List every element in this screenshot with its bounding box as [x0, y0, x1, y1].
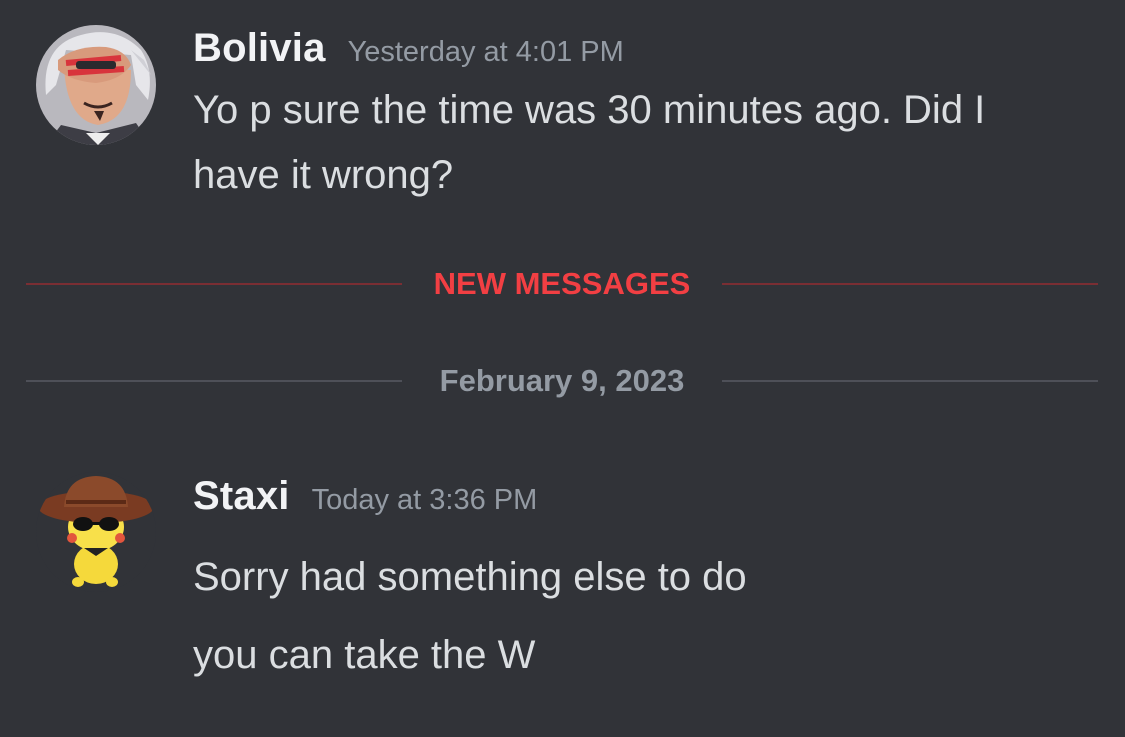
avatar[interactable] [36, 25, 156, 145]
divider-line [26, 380, 402, 382]
chat-view: Bolivia Yesterday at 4:01 PM Yo p sure th… [0, 0, 1125, 737]
pikachu-with-hat-avatar-icon [36, 472, 156, 592]
message-line: have it wrong? [193, 153, 454, 197]
message-content: Yo p sure the time was 30 minutes ago. D… [193, 78, 1093, 208]
username[interactable]: Staxi [193, 474, 290, 518]
new-messages-label: NEW MESSAGES [433, 266, 691, 301]
message-line: Sorry had something else to do [193, 555, 747, 599]
timestamp[interactable]: Yesterday at 4:01 PM [348, 36, 624, 68]
timestamp[interactable]: Today at 3:36 PM [312, 484, 538, 516]
divider-line [722, 283, 1098, 285]
message-header: Bolivia Yesterday at 4:01 PM [193, 26, 624, 71]
username[interactable]: Bolivia [193, 26, 326, 70]
anime-character-avatar-icon [36, 25, 156, 145]
date-label: February 9, 2023 [439, 363, 685, 398]
date-divider: February 9, 2023 [26, 361, 1098, 401]
new-messages-divider: NEW MESSAGES [26, 264, 1098, 304]
divider-line [722, 380, 1098, 382]
divider-line [26, 283, 402, 285]
message-line: you can take the W [193, 633, 536, 677]
message-header: Staxi Today at 3:36 PM [193, 474, 537, 519]
avatar[interactable] [36, 472, 156, 592]
message-content: Sorry had something else to do you can t… [193, 538, 1093, 694]
message-line: Yo p sure the time was 30 minutes ago. D… [193, 88, 986, 132]
